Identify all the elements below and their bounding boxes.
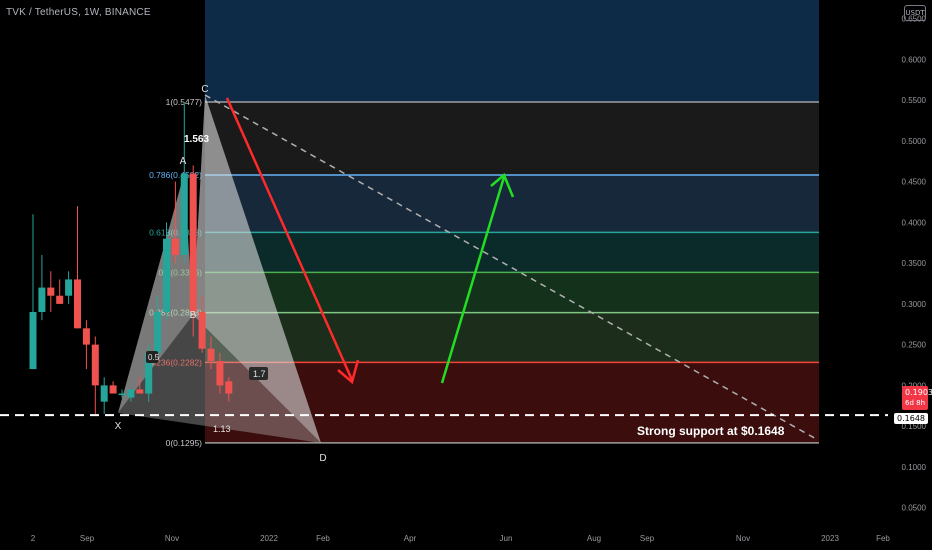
chart-title: TVK / TetherUS, 1W, BINANCE: [6, 7, 151, 18]
x-axis-tick-label: 2: [31, 534, 36, 543]
x-axis-tick-label: 2023: [821, 534, 839, 543]
candle-body: [198, 312, 206, 349]
pattern-point-x: X: [115, 421, 122, 432]
candle-body: [216, 360, 224, 386]
candle-body: [207, 348, 215, 361]
candle-body: [65, 279, 73, 296]
current-price-tag: 0.1903 6d 8h: [902, 386, 932, 410]
x-axis-tick-label: Apr: [404, 534, 417, 543]
fib-band-3: [205, 272, 819, 313]
support-price-tag: 0.1648: [894, 413, 928, 424]
ratio-label: 0.5: [148, 353, 160, 362]
candle-body: [118, 393, 126, 396]
chart-window: 1(0.5477)0.786(0.4582)0.618(0.3878)0.5(0…: [0, 0, 932, 550]
candle-body: [180, 173, 188, 255]
candle-body: [82, 328, 90, 345]
price-chart[interactable]: 1(0.5477)0.786(0.4582)0.618(0.3878)0.5(0…: [0, 0, 932, 550]
y-axis-tick-label: 0.5000: [902, 137, 927, 146]
fib-band-0: [205, 102, 819, 175]
candle-body: [171, 238, 179, 255]
y-axis-tick-label: 0.6000: [902, 55, 927, 64]
x-axis-tick-label: Sep: [80, 534, 95, 543]
ratio-label: 1.13: [213, 424, 231, 434]
candle-body: [29, 312, 37, 370]
x-axis-tick-label: Sep: [640, 534, 655, 543]
y-axis-tick-label: 0.2500: [902, 341, 927, 350]
candle-body: [163, 238, 170, 313]
x-axis-tick-label: Aug: [587, 534, 601, 543]
candle-body: [127, 389, 135, 398]
candle-body: [136, 389, 144, 394]
current-price-value: 0.1903: [905, 388, 932, 397]
candle-countdown: 6d 8h: [905, 399, 926, 407]
candle-body: [91, 344, 99, 386]
x-axis-tick-label: Nov: [736, 534, 750, 543]
ratio-label: 1.563: [184, 134, 209, 145]
candle-body: [38, 287, 46, 313]
pattern-point-d: D: [319, 453, 326, 464]
fib-level-label: 0(0.1295): [166, 438, 203, 448]
fib-band-2: [205, 232, 819, 273]
candle-body: [47, 287, 55, 296]
y-axis-tick-label: 0.0500: [902, 504, 927, 513]
x-axis-tick-label: Feb: [876, 534, 890, 543]
support-annotation: Strong support at $0.1648: [637, 424, 785, 438]
pattern-point-b: B: [190, 310, 197, 321]
x-axis-tick-label: Jun: [500, 534, 513, 543]
candle-body: [225, 381, 233, 394]
y-axis-tick-label: 0.4000: [902, 218, 927, 227]
y-axis-tick-label: 0.5500: [902, 96, 927, 105]
fib-band-top: [205, 0, 819, 102]
currency-badge[interactable]: USDT: [904, 5, 926, 21]
fib-band-1: [205, 174, 819, 233]
candle-body: [154, 312, 162, 353]
x-axis-tick-label: 2022: [260, 534, 278, 543]
fib-band-4: [205, 312, 819, 363]
y-axis-tick-label: 0.3000: [902, 300, 927, 309]
candle-body: [74, 279, 81, 329]
candle-body: [109, 385, 117, 394]
y-axis-tick-label: 0.3500: [902, 259, 927, 268]
x-axis-tick-label: Feb: [316, 534, 330, 543]
x-axis-tick-label: Nov: [165, 534, 179, 543]
ratio-label: 1.7: [253, 369, 266, 379]
candle-body: [56, 295, 64, 304]
y-axis-tick-label: 0.4500: [902, 178, 927, 187]
candle-body: [189, 173, 197, 313]
pattern-point-c: C: [201, 84, 208, 95]
candle-body: [100, 385, 108, 402]
pattern-point-a: A: [180, 156, 187, 167]
y-axis-tick-label: 0.1000: [902, 463, 927, 472]
